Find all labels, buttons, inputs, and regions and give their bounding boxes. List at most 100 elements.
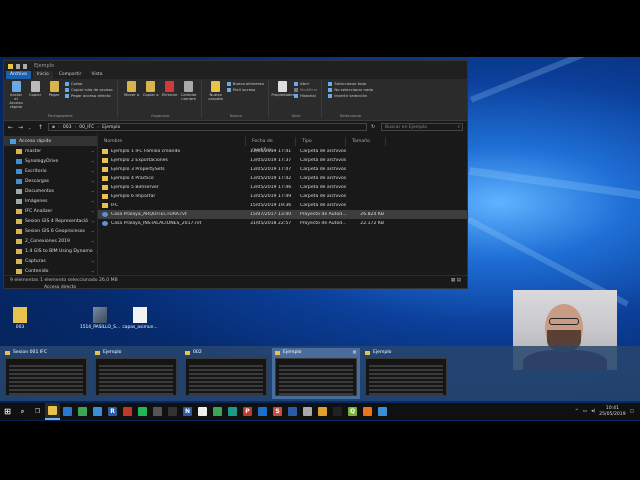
table-row[interactable]: Ejemplo 5 Bimserver 13/05/2019 17:46 Carpe… — [98, 183, 467, 192]
breadcrumb-item[interactable]: 003 — [63, 125, 72, 130]
sidebar-item[interactable]: Sesion GIS 4 Representació ⊸ — [4, 216, 97, 226]
sidebar-item[interactable]: Escritorio ⊸ — [4, 166, 97, 176]
tab-inicio[interactable]: Inicio — [32, 71, 53, 79]
task-view-icon[interactable]: ❐ — [30, 403, 45, 420]
copy-to-button[interactable]: Copiar a — [143, 81, 159, 101]
column-header-type[interactable]: Tipo — [296, 137, 346, 146]
arrow-app-taskbar-icon[interactable] — [300, 403, 315, 420]
invert-selection-button[interactable]: Invertir selección — [328, 93, 373, 98]
volume-icon[interactable]: ◂) — [591, 409, 595, 414]
desktop-icon-image[interactable]: 1514_PASILLO_S... — [80, 307, 120, 330]
obs-taskbar-icon[interactable] — [330, 403, 345, 420]
table-row[interactable]: Ejemplo 2 Exportaciones 13/05/2019 17:37 C… — [98, 156, 467, 165]
table-row[interactable]: Ejemplo 3 PropertySets 13/05/2019 17:47 Ca… — [98, 165, 467, 174]
tab-vista[interactable]: Vista — [87, 71, 106, 79]
paste-button[interactable]: Pegar — [46, 81, 62, 109]
blue-app-taskbar-icon[interactable] — [285, 403, 300, 420]
column-header-size[interactable]: Tamaño — [346, 137, 386, 146]
table-row[interactable]: Ejemplo 4 Practico 13/05/2019 17:42 Carpet… — [98, 174, 467, 183]
new-item-button[interactable]: Nuevo elemento — [226, 81, 264, 86]
column-header-name[interactable]: Nombre — [98, 137, 246, 146]
network-icon[interactable]: ▭ — [583, 409, 587, 414]
select-none-button[interactable]: No seleccionar nada — [328, 87, 373, 92]
sidebar-item[interactable]: Acceso rápido — [4, 136, 97, 146]
paste-shortcut-button[interactable]: Pegar acceso directo — [65, 93, 113, 98]
breadcrumb-item[interactable]: Ejemplo — [102, 125, 120, 130]
edge-taskbar-icon[interactable] — [90, 403, 105, 420]
chevron-up-icon[interactable]: ^ — [575, 409, 579, 414]
task-view-window[interactable]: Ejemplo — [92, 348, 180, 399]
breadcrumb[interactable]: ▪ › 003 › 00_IFC › Ejemplo — [48, 123, 367, 131]
powerpoint-taskbar-icon[interactable]: P — [240, 403, 255, 420]
copy-path-button[interactable]: Copiar ruta de acceso — [65, 87, 113, 92]
tab-compartir[interactable]: Compartir — [55, 71, 86, 79]
red-app-taskbar-icon[interactable]: S — [270, 403, 285, 420]
navisworks-taskbar-icon[interactable]: N — [180, 403, 195, 420]
select-all-button[interactable]: Seleccionar todo — [328, 81, 373, 86]
new-folder-button[interactable]: Nueva carpeta — [208, 81, 224, 101]
clock[interactable]: 10:41 25/05/2019 — [599, 406, 625, 417]
sidebar-item[interactable]: Contenido ⊸ — [4, 266, 97, 275]
sidebar-item[interactable]: Imágenes ⊸ — [4, 196, 97, 206]
media-taskbar-icon[interactable] — [150, 403, 165, 420]
app-white-taskbar-icon[interactable] — [195, 403, 210, 420]
breadcrumb-item[interactable]: 00_IFC — [79, 125, 94, 130]
search-icon[interactable]: ⌕ — [15, 403, 30, 420]
task-view-window[interactable]: 002 — [182, 348, 270, 399]
tab-archivo[interactable]: Archivo — [6, 71, 31, 79]
sidebar-item[interactable]: 2_Conexiones 2019 ⊸ — [4, 236, 97, 246]
sidebar-item[interactable]: master ⊸ — [4, 146, 97, 156]
pin-quick-access-button[interactable]: Anclar al Acceso rápido — [8, 81, 24, 109]
back-arrow-icon[interactable]: ← — [8, 124, 14, 131]
refresh-icon[interactable]: ↻ — [371, 124, 377, 130]
recent-chevron-icon[interactable]: ⌄ — [28, 125, 34, 130]
table-row[interactable]: Ejemplo 1 IFC Familia creando 13/05/2019 … — [98, 147, 467, 156]
column-header-date[interactable]: Fecha de modifica... — [246, 137, 296, 153]
qgis-taskbar-icon[interactable]: Q — [345, 403, 360, 420]
move-to-button[interactable]: Mover a — [124, 81, 140, 101]
table-row[interactable]: Ejemplo 6 Importar 13/05/2019 17:49 Carpet… — [98, 192, 467, 201]
mail-taskbar-icon[interactable] — [60, 403, 75, 420]
sidebar-item[interactable]: 1.4 GIS to BIM Using Dynamo⊸ — [4, 246, 97, 256]
chrome-taskbar-icon[interactable] — [75, 403, 90, 420]
sidebar-item[interactable]: Capturas ⊸ — [4, 256, 97, 266]
explorer-taskbar-icon[interactable] — [45, 403, 60, 420]
edit-button[interactable]: Modificar — [293, 87, 317, 92]
forward-arrow-icon[interactable]: → — [18, 124, 24, 131]
close-icon[interactable]: × — [352, 349, 357, 356]
code-taskbar-icon[interactable] — [255, 403, 270, 420]
task-view-window[interactable]: Sesion 001 IFC — [2, 348, 90, 399]
up-arrow-icon[interactable]: ↑ — [38, 124, 44, 131]
green-app-taskbar-icon[interactable] — [210, 403, 225, 420]
search-input[interactable]: Buscar en Ejemplo ⌕ — [381, 123, 463, 131]
task-view-window[interactable]: Ejemplo — [362, 348, 450, 399]
cut-button[interactable]: Cortar — [65, 81, 113, 86]
easy-access-button[interactable]: Fácil acceso — [226, 87, 264, 92]
open-button[interactable]: Abrir — [293, 81, 317, 86]
sidebar-item[interactable]: SynologyDrive ⊸ — [4, 156, 97, 166]
view-toggle-icon[interactable]: ▦ ▤ — [451, 278, 461, 283]
quick-access-toolbar-icon[interactable] — [23, 63, 27, 69]
rename-button[interactable]: Cambiar nombre — [181, 81, 197, 101]
table-row[interactable]: IFC 15/05/2019 19:36 Carpeta de archivos — [98, 201, 467, 210]
app-dark-taskbar-icon[interactable] — [165, 403, 180, 420]
terminal-taskbar-icon[interactable] — [375, 403, 390, 420]
quick-access-toolbar-icon[interactable] — [16, 63, 20, 69]
copy-button[interactable]: Copiar — [27, 81, 43, 109]
delete-button[interactable]: Eliminar — [162, 81, 178, 101]
teal-app-taskbar-icon[interactable] — [225, 403, 240, 420]
sidebar-item[interactable]: IFC Analizer ⊸ — [4, 206, 97, 216]
sidebar-item[interactable]: Sesion GIS 6 Geoprocesos ⊸ — [4, 226, 97, 236]
sidebar-item[interactable]: Documentos ⊸ — [4, 186, 97, 196]
table-row[interactable]: Casa Pralaya_ARQUITECTURA.rvt 15/07/2017 … — [98, 210, 467, 219]
desktop-icon-003[interactable]: 003 — [2, 307, 38, 330]
chrome2-taskbar-icon[interactable] — [315, 403, 330, 420]
app-red-taskbar-icon[interactable] — [120, 403, 135, 420]
task-view-window[interactable]: Ejemplo × — [272, 348, 360, 399]
history-button[interactable]: Historial — [293, 93, 317, 98]
sidebar-item[interactable]: Descargas ⊸ — [4, 176, 97, 186]
notifications-icon[interactable]: ▢ — [630, 409, 634, 414]
revit-taskbar-icon[interactable]: R — [105, 403, 120, 420]
table-row[interactable]: Casa Pralaya_INSTALACIONES_2017.rvt 31/05… — [98, 219, 467, 228]
start-button[interactable]: ⊞ — [0, 403, 15, 420]
